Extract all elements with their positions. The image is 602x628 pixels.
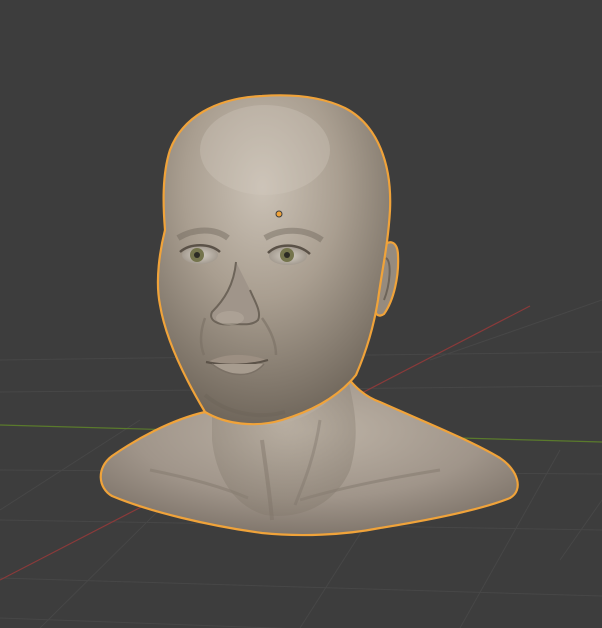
grid-line (0, 577, 602, 597)
object-origin-point[interactable] (275, 210, 283, 218)
3d-viewport[interactable] (0, 0, 602, 628)
grid-line (429, 299, 602, 361)
forehead-highlight (200, 105, 330, 195)
head-bust-object[interactable] (99, 94, 519, 537)
viewport-canvas[interactable] (0, 0, 602, 628)
nose-tip-highlight (216, 311, 244, 325)
